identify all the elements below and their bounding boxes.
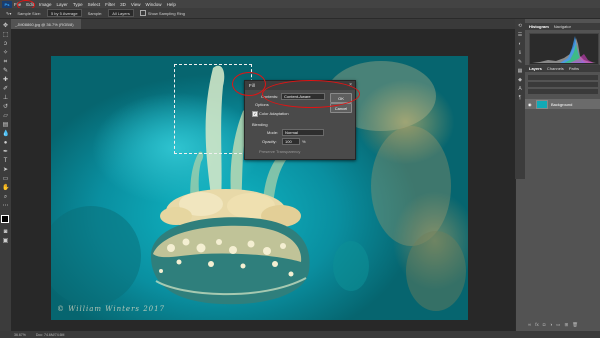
more-tools-icon[interactable]: ⋯: [2, 203, 9, 210]
eyedropper-tool-icon[interactable]: ✎: [2, 68, 9, 75]
new-layer-icon[interactable]: ⊞: [564, 322, 568, 328]
menu-help[interactable]: Help: [167, 2, 176, 7]
menu-image[interactable]: Image: [39, 2, 52, 7]
fill-title-annotation: [232, 72, 266, 96]
zoom-tool-icon[interactable]: ⌕: [2, 194, 9, 201]
type-tool-icon[interactable]: T: [2, 158, 9, 165]
info-panel-icon[interactable]: ℹ: [517, 50, 523, 56]
tab-layers[interactable]: Layers: [529, 66, 542, 71]
menu-3d[interactable]: 3D: [120, 2, 126, 7]
mode-label: Mode:: [267, 130, 279, 135]
mask-icon[interactable]: ◘: [543, 322, 546, 328]
options-bar: ✎▾ Sample Size: 5 by 5 Average Sample: A…: [0, 8, 600, 19]
trash-icon[interactable]: 🗑: [572, 322, 578, 328]
dodge-tool-icon[interactable]: ●: [2, 140, 9, 147]
quick-mask-icon[interactable]: ◙: [2, 229, 9, 236]
adjustments-panel-icon[interactable]: ◐: [517, 41, 523, 47]
crop-tool-icon[interactable]: ⌗: [2, 59, 9, 66]
blending-heading: Blending: [252, 122, 268, 127]
photo-watermark: © William Winters 2017: [57, 305, 166, 313]
clone-stamp-tool-icon[interactable]: ⊥: [2, 95, 9, 102]
screen-mode-icon[interactable]: ▣: [2, 238, 9, 245]
history-brush-tool-icon[interactable]: ↺: [2, 104, 9, 111]
adjustment-layer-icon[interactable]: ◑: [549, 322, 552, 328]
menu-filter[interactable]: Filter: [105, 2, 115, 7]
preserve-transparency-label: Preserve Transparency: [259, 149, 301, 154]
blend-mode-bar[interactable]: [528, 82, 598, 87]
options-heading: Options: [255, 102, 269, 107]
show-sampling-ring-checkbox[interactable]: [139, 10, 146, 16]
lasso-tool-icon[interactable]: ↄ: [2, 41, 9, 48]
visibility-eye-icon[interactable]: ◉: [528, 102, 533, 107]
menu-select[interactable]: Select: [88, 2, 101, 7]
healing-brush-tool-icon[interactable]: ✚: [2, 77, 9, 84]
panel-icon-strip: ⟲ ☰ ◐ ℹ ✎ ▦ ◆ A ¶: [515, 19, 525, 179]
brush-panel-icon[interactable]: ✎: [517, 59, 523, 65]
layer-filter-bar[interactable]: [528, 75, 598, 80]
paragraph-panel-icon[interactable]: ¶: [517, 95, 523, 101]
contents-annotation: [262, 80, 360, 108]
show-sampling-ring-option[interactable]: Show Sampling Ring: [139, 10, 185, 16]
menu-bar: Ps File Edit Image Layer Type Select Fil…: [0, 0, 600, 8]
layers-panel-header: Layers Channels Paths: [525, 65, 600, 72]
histogram-panel-header: Histogram Navigator: [525, 23, 600, 30]
layers-footer: ∞ fx ◘ ◑ ▭ ⊞ 🗑: [528, 322, 598, 328]
histogram-svg: [532, 36, 596, 63]
opacity-input[interactable]: 100: [282, 138, 300, 145]
sample-size-select[interactable]: 5 by 5 Average: [46, 9, 82, 17]
menu-window[interactable]: Window: [146, 2, 162, 7]
eyedropper-tool-icon[interactable]: ✎▾: [6, 11, 11, 16]
brush-tool-icon[interactable]: ✐: [2, 86, 9, 93]
document-size: Doc: 74.6M/74.6M: [35, 332, 65, 337]
zoom-level[interactable]: 36.67%: [14, 333, 26, 337]
layer-name: Background: [551, 101, 573, 107]
character-panel-icon[interactable]: A: [517, 86, 523, 92]
menu-view[interactable]: View: [131, 2, 141, 7]
document-tab-bar: _JM08860.jpg @ 36.7% (RGB/8): [11, 19, 515, 29]
color-adaptation-checkbox[interactable]: ✓: [252, 111, 258, 117]
layer-thumbnail: [536, 99, 548, 109]
shape-tool-icon[interactable]: ▭: [2, 176, 9, 183]
sample-label: Sample:: [87, 10, 103, 16]
menu-layer[interactable]: Layer: [57, 2, 68, 7]
show-sampling-ring-label: Show Sampling Ring: [147, 10, 185, 16]
quick-select-tool-icon[interactable]: ✧: [2, 50, 9, 57]
layer-row-background[interactable]: ◉ Background: [525, 99, 600, 109]
eraser-tool-icon[interactable]: ▱: [2, 113, 9, 120]
tab-histogram[interactable]: Histogram: [529, 24, 549, 29]
status-bar: 36.67% Doc: 74.6M/74.6M: [0, 331, 600, 338]
move-tool-icon[interactable]: ✥: [2, 23, 9, 30]
history-panel-icon[interactable]: ⟲: [517, 23, 523, 29]
swatches-panel-icon[interactable]: ▦: [517, 68, 523, 74]
foreground-color-swatch[interactable]: [1, 215, 9, 223]
pen-tool-icon[interactable]: ✒: [2, 149, 9, 156]
tab-paths[interactable]: Paths: [569, 66, 579, 71]
blur-tool-icon[interactable]: 💧: [2, 131, 9, 138]
fx-icon[interactable]: fx: [535, 322, 539, 328]
link-icon[interactable]: ∞: [528, 322, 531, 328]
document-tab[interactable]: _JM08860.jpg @ 36.7% (RGB/8): [11, 19, 81, 29]
properties-panel-icon[interactable]: ☰: [517, 32, 523, 38]
path-select-tool-icon[interactable]: ➤: [2, 167, 9, 174]
styles-panel-icon[interactable]: ◆: [517, 77, 523, 83]
color-adaptation-label: Color Adaptation: [259, 111, 289, 116]
photoshop-logo-icon: Ps: [2, 0, 12, 8]
tab-channels[interactable]: Channels: [547, 66, 564, 71]
histogram-graph: [529, 33, 599, 65]
marquee-tool-icon[interactable]: ⬚: [2, 32, 9, 39]
mode-select[interactable]: Normal: [282, 129, 324, 136]
hand-tool-icon[interactable]: ✋: [2, 185, 9, 192]
tab-navigator[interactable]: Navigator: [554, 24, 571, 29]
gradient-tool-icon[interactable]: ▤: [2, 122, 9, 129]
lock-bar[interactable]: [528, 89, 598, 94]
opacity-label: Opacity:: [262, 139, 277, 144]
sample-size-label: Sample Size:: [17, 10, 41, 16]
opacity-unit: %: [302, 139, 306, 144]
folder-icon[interactable]: ▭: [556, 322, 560, 328]
menu-type[interactable]: Type: [73, 2, 83, 7]
sample-select[interactable]: All Layers: [108, 9, 134, 17]
